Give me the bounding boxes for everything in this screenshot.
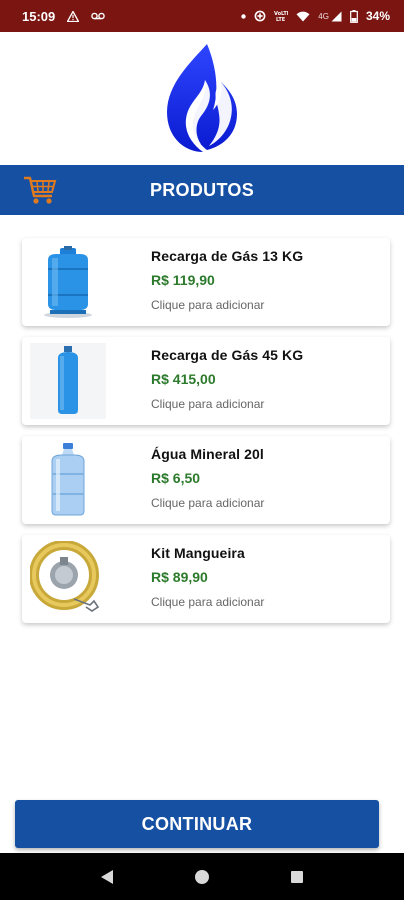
product-card[interactable]: Recarga de Gás 45 KG R$ 415,00 Clique pa…	[22, 337, 390, 425]
product-hint: Clique para adicionar	[151, 298, 265, 312]
gas-cylinder-13kg-image	[30, 244, 106, 320]
hose-kit-image	[30, 541, 106, 617]
product-name: Água Mineral 20l	[151, 446, 264, 462]
battery-icon	[350, 9, 358, 23]
warning-icon	[67, 10, 80, 22]
status-time: 15:09	[22, 8, 56, 24]
flame-logo	[161, 42, 243, 154]
header-bar: PRODUTOS	[0, 165, 404, 215]
shopping-cart-icon[interactable]	[22, 172, 58, 208]
voicemail-icon	[91, 12, 106, 20]
page-title: PRODUTOS	[149, 179, 255, 200]
product-card[interactable]: Recarga de Gás 13 KG R$ 119,90 Clique pa…	[22, 238, 390, 326]
product-price: R$ 415,00	[151, 371, 216, 387]
recents-icon[interactable]	[287, 867, 307, 887]
network-type: 4G	[318, 11, 329, 21]
product-price: R$ 6,50	[151, 470, 201, 486]
product-name: Kit Mangueira	[151, 545, 245, 561]
battery-level: 34%	[365, 9, 390, 23]
product-list: Recarga de Gás 13 KG R$ 119,90 Clique pa…	[22, 238, 390, 634]
continue-button[interactable]: CONTINUAR	[15, 800, 379, 848]
gas-cylinder-45kg-image	[30, 343, 106, 419]
home-icon[interactable]	[192, 867, 212, 887]
data-saver-icon	[254, 10, 266, 22]
product-price: R$ 89,90	[151, 569, 208, 585]
product-hint: Clique para adicionar	[151, 397, 265, 411]
product-name: Recarga de Gás 45 KG	[151, 347, 304, 363]
product-name: Recarga de Gás 13 KG	[151, 248, 304, 264]
back-icon[interactable]	[97, 867, 117, 887]
volte-icon: VoLTELTE	[274, 10, 288, 22]
signal-icon	[331, 11, 342, 22]
wifi-icon	[296, 11, 310, 22]
water-jug-image	[30, 442, 106, 518]
dot-icon	[241, 13, 246, 19]
status-bar: 15:09 VoLTELTE 4G 34%	[0, 0, 404, 32]
svg-text:LTE: LTE	[276, 17, 286, 22]
product-hint: Clique para adicionar	[151, 496, 265, 510]
product-hint: Clique para adicionar	[151, 595, 265, 609]
product-price: R$ 119,90	[151, 272, 215, 288]
product-card[interactable]: Água Mineral 20l R$ 6,50 Clique para adi…	[22, 436, 390, 524]
product-card[interactable]: Kit Mangueira R$ 89,90 Clique para adici…	[22, 535, 390, 623]
navigation-bar	[0, 853, 404, 900]
